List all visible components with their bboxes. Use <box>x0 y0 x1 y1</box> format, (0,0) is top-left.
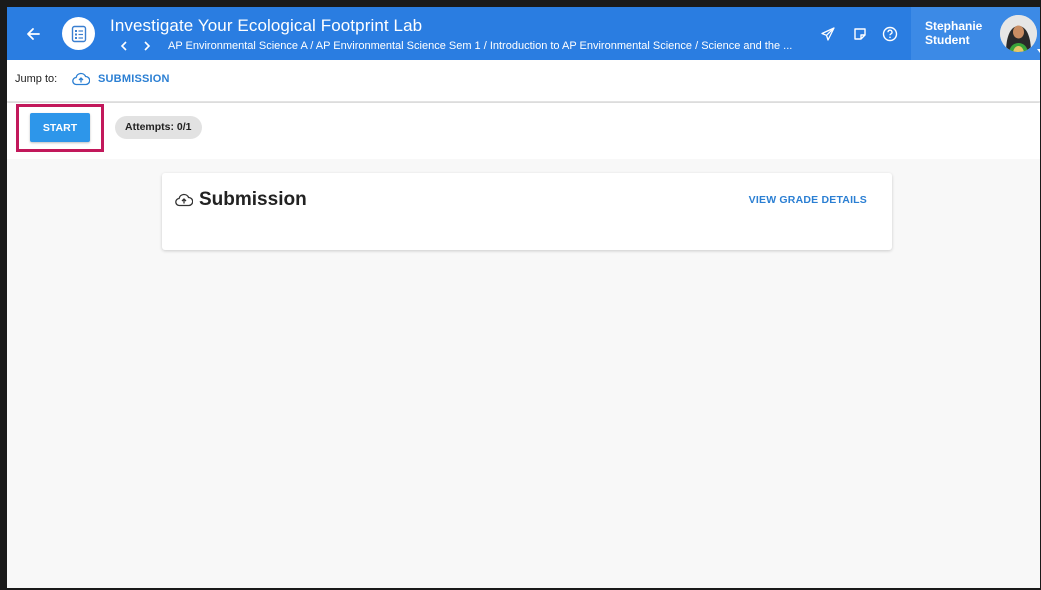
cloud-upload-icon <box>72 72 90 86</box>
jump-to-label: Jump to: <box>15 73 58 85</box>
breadcrumb: AP Environmental Science A / AP Environm… <box>117 38 792 54</box>
chevron-down-icon <box>1037 49 1040 53</box>
note-icon <box>854 28 866 40</box>
chevron-left-icon <box>120 41 127 51</box>
cloud-upload-icon <box>175 193 193 207</box>
notes-button[interactable] <box>850 24 870 44</box>
page-title: Investigate Your Ecological Footprint La… <box>110 16 423 35</box>
top-header: Investigate Your Ecological Footprint La… <box>7 7 1040 60</box>
back-button[interactable] <box>21 22 45 46</box>
attempts-badge: Attempts: 0/1 <box>115 116 202 139</box>
send-button[interactable] <box>818 24 838 44</box>
user-name: Stephanie Student <box>925 19 983 47</box>
submission-card: Submission VIEW GRADE DETAILS <box>162 173 892 250</box>
arrow-left-icon <box>27 28 40 40</box>
user-avatar-image <box>1000 15 1037 52</box>
jump-to-bar: Jump to: SUBMISSION <box>7 60 1040 102</box>
start-button[interactable]: START <box>30 113 90 142</box>
breadcrumb-path[interactable]: AP Environmental Science A / AP Environm… <box>168 40 792 52</box>
app-window: Investigate Your Ecological Footprint La… <box>0 0 1041 590</box>
chevron-right-icon <box>144 41 151 51</box>
action-bar: START Attempts: 0/1 <box>7 103 1040 159</box>
help-button[interactable] <box>880 24 900 44</box>
jump-submission-label: SUBMISSION <box>98 73 170 85</box>
previous-button[interactable] <box>117 39 131 53</box>
help-circle-icon <box>882 26 898 42</box>
jump-submission-link[interactable]: SUBMISSION <box>72 69 170 89</box>
submission-heading: Submission <box>175 189 307 211</box>
next-button[interactable] <box>140 39 154 53</box>
view-grade-details-link[interactable]: VIEW GRADE DETAILS <box>749 194 867 206</box>
document-list-icon <box>71 25 86 42</box>
user-menu[interactable]: Stephanie Student <box>911 7 1040 60</box>
submission-title: Submission <box>199 189 307 210</box>
avatar[interactable] <box>1000 15 1037 52</box>
activity-icon-badge <box>62 17 95 50</box>
paper-plane-icon <box>821 27 835 41</box>
